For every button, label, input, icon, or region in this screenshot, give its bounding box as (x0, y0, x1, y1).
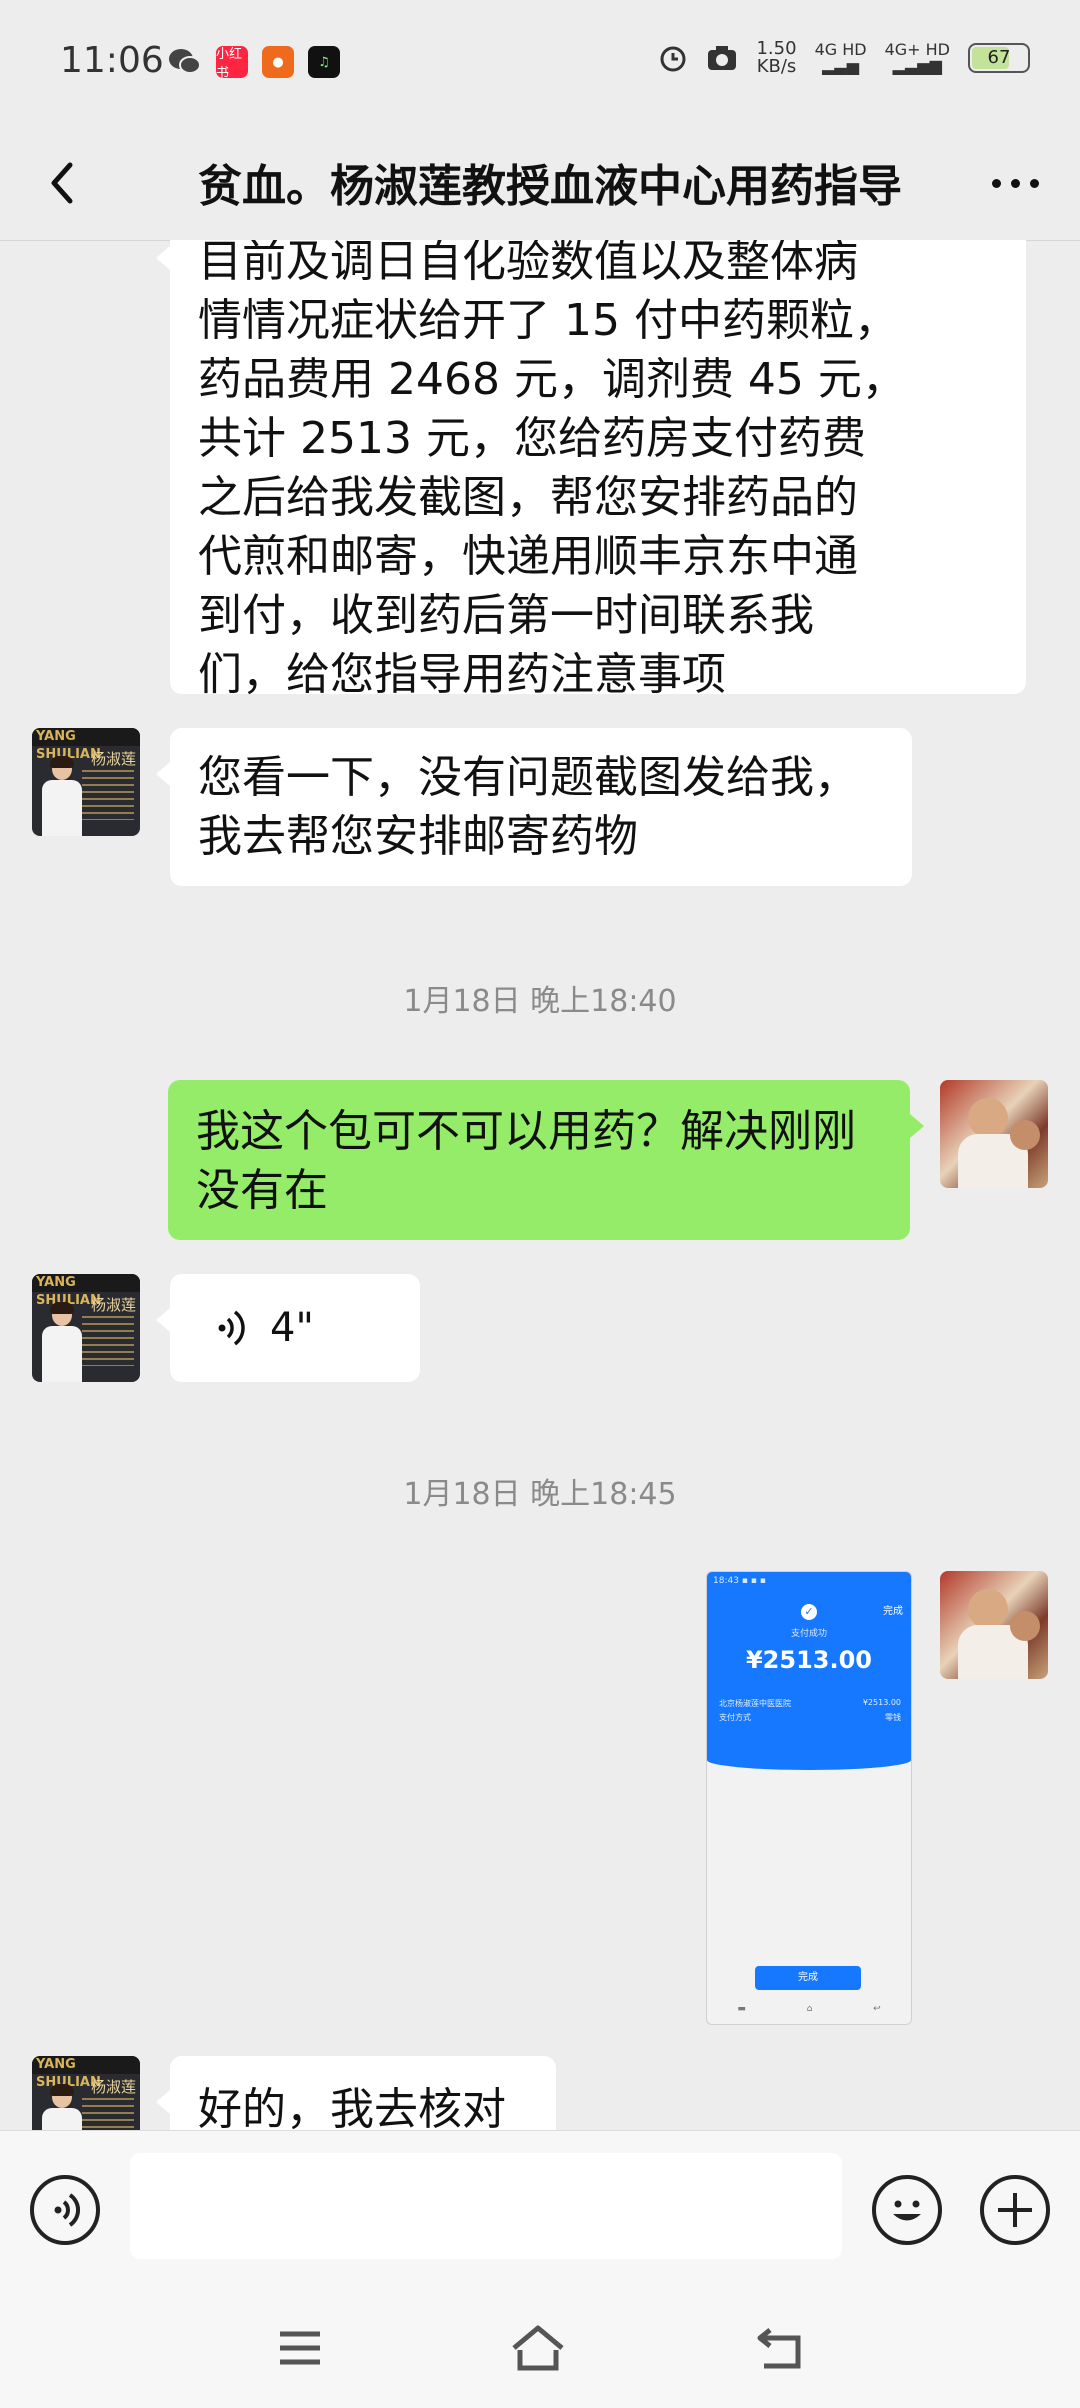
plus-icon (998, 2193, 1032, 2227)
message-line: 共计 2513 元，您给药房支付药费 (198, 413, 866, 464)
message-bubble-outgoing[interactable]: 我这个包可不可以用药？解决刚刚 没有在 (168, 1080, 924, 1240)
notification-icons: 小红书 ● ♫ (168, 46, 340, 81)
voice-wave-icon (218, 1310, 245, 1346)
message-line: 我去帮您安排邮寄药物 (198, 811, 638, 862)
voice-message-bubble[interactable]: 4" (156, 1274, 420, 1382)
message-input[interactable] (130, 2153, 842, 2259)
menu-icon[interactable] (270, 2320, 330, 2376)
screenshot-amount: ¥2513.00 (745, 1646, 872, 1674)
input-bar (0, 2130, 1080, 2291)
status-time: 11:06 (60, 40, 164, 81)
status-bar: 11:06 小红书 ● ♫ 1.50 KB/s 4G HD ▂▃▅ 4G+ HD (0, 0, 1080, 125)
message-line: 代煎和邮寄，快递用顺丰京东中通 (198, 531, 858, 582)
message-line: 目前及调日自化验数值以及整体病 (198, 240, 858, 287)
message-line: 好的，我去核对 (198, 2084, 506, 2130)
voice-input-button[interactable] (30, 2175, 100, 2245)
message-line: 药品费用 2468 元，调剂费 45 元， (198, 354, 906, 405)
battery-level: 67 (987, 47, 1011, 68)
signal-2: 4G+ HD ▂▃▅▆ (884, 40, 950, 75)
avatar-name-text: 杨淑莲 (90, 1296, 136, 1314)
success-check-icon: ✓ (801, 1604, 817, 1620)
chat-title: 贫血。杨淑莲教授血液中心用药指导 (198, 161, 902, 212)
back-arrow-icon[interactable] (40, 155, 90, 211)
message-timestamp: 1月18日 晚上18:45 (403, 1477, 677, 1512)
back-icon[interactable] (750, 2320, 810, 2376)
message-line: 们，给您指导用药注意事项 (198, 649, 726, 700)
alarm-icon (660, 46, 686, 72)
message-line: 情情况症状给开了 15 付中药颗粒， (198, 295, 898, 346)
avatar-banner-text: YANG SHULIAN (32, 2056, 140, 2090)
screenshot-status-text: 支付成功 (790, 1629, 827, 1639)
screenshot-merchant-row: 北京杨淑莲中医医院 ¥2513.00 (719, 1698, 901, 1708)
my-avatar[interactable] (940, 1080, 1048, 1188)
doctor-avatar[interactable]: YANG SHULIAN 杨淑莲 (32, 1274, 140, 1382)
network-speed: 1.50 KB/s (756, 40, 796, 76)
my-avatar[interactable] (940, 1571, 1048, 1679)
doctor-avatar[interactable]: YANG SHULIAN 杨淑莲 (32, 2056, 140, 2130)
wechat-icon (169, 49, 201, 74)
system-status: 1.50 KB/s 4G HD ▂▃▅ 4G+ HD ▂▃▅▆ 67 (658, 40, 1030, 76)
message-list[interactable]: 目前及调日自化验数值以及整体病 情情况症状给开了 15 付中药颗粒， 药品费用 … (0, 240, 1080, 2130)
system-navigation-bar (0, 2290, 1080, 2408)
battery-icon: 67 (968, 43, 1030, 73)
avatar-name-text: 杨淑莲 (90, 750, 136, 768)
more-functions-button[interactable] (980, 2175, 1050, 2245)
screenshot-done-button: 完成 (755, 1966, 861, 1990)
pizza-app-icon: ● (262, 46, 294, 78)
chat-header: 贫血。杨淑莲教授血液中心用药指导 (0, 125, 1080, 241)
camera-icon (708, 46, 737, 70)
emoji-icon (893, 2200, 921, 2221)
screenshot-method-row: 支付方式 零钱 (719, 1713, 901, 1722)
message-line: 之后给我发截图，帮您安排药品的 (198, 472, 858, 523)
message-bubble-incoming[interactable]: 目前及调日自化验数值以及整体病 情情况症状给开了 15 付中药颗粒， 药品费用 … (156, 240, 1026, 700)
doctor-avatar[interactable]: YANG SHULIAN 杨淑莲 (32, 728, 140, 836)
speed-unit: KB/s (756, 56, 797, 77)
message-bubble-incoming[interactable]: 好的，我去核对 (156, 2056, 556, 2130)
music-app-icon: ♫ (308, 46, 340, 78)
voice-icon (54, 2193, 80, 2227)
more-options-icon[interactable] (980, 155, 1050, 211)
message-line: 到付，收到药后第一时间联系我 (198, 590, 814, 641)
avatar-banner-text: YANG SHULIAN (32, 1274, 140, 1308)
voice-duration: 4" (270, 1305, 314, 1351)
message-bubble-incoming[interactable]: 您看一下，没有问题截图发给我， 我去帮您安排邮寄药物 (156, 728, 912, 886)
avatar-name-text: 杨淑莲 (90, 2078, 136, 2096)
message-line: 您看一下，没有问题截图发给我， (198, 752, 858, 803)
message-line: 我这个包可不可以用药？解决刚刚 (196, 1106, 856, 1157)
xiaohongshu-icon: 小红书 (216, 46, 248, 81)
message-line: 没有在 (196, 1165, 328, 1216)
message-timestamp: 1月18日 晚上18:40 (403, 984, 677, 1019)
screenshot-done-text: 完成 (883, 1606, 903, 1617)
emoji-button[interactable] (872, 2175, 942, 2245)
signal-1: 4G HD ▂▃▅ (814, 40, 867, 75)
avatar-banner-text: YANG SHULIAN (32, 728, 140, 762)
payment-screenshot-image[interactable]: 18:43 ▪ ▪ ▪ ✓ 完成 支付成功 ¥2513.00 北京杨淑莲中医医院… (706, 1571, 912, 2025)
home-icon[interactable] (508, 2320, 568, 2376)
